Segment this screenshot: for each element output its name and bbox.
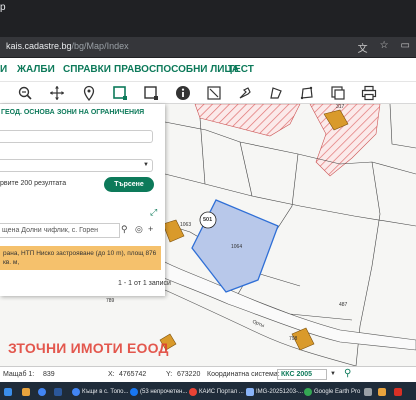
expand-icon[interactable]: ⤢ xyxy=(150,207,160,217)
url-text[interactable]: kais.cadastre.bg/bg/Map/Index xyxy=(6,41,129,51)
parcel-label: 789 xyxy=(106,298,115,304)
taskbar-window[interactable]: Google Earth Pro xyxy=(304,385,360,398)
taskbar-app-icon[interactable] xyxy=(22,385,30,398)
parcel-label: 798 xyxy=(289,336,298,342)
extensions-icon[interactable]: ▭ xyxy=(401,40,410,55)
watermark: ЗТОЧНИ ИМОТИ ЕООД xyxy=(8,340,169,356)
parcel-tag-501: 501 xyxy=(203,217,213,223)
layers-icon[interactable] xyxy=(330,85,346,101)
clear-selection-icon[interactable] xyxy=(206,85,222,101)
measure-icon[interactable] xyxy=(237,85,253,101)
result-limit-text: рвите 200 резултата xyxy=(0,180,67,187)
search-icon[interactable]: ⚲ xyxy=(344,368,351,379)
map-status-bar: Мащаб 1: 839 X: 4765742 Y: 673220 Коорди… xyxy=(0,366,416,382)
taskbar-app-icon[interactable] xyxy=(54,385,62,398)
taskbar-app-icon[interactable] xyxy=(378,385,386,398)
address-bar-icons: 文 ☆ ▭ xyxy=(358,40,410,55)
chevron-down-icon[interactable]: ▼ xyxy=(330,371,336,377)
info-icon[interactable] xyxy=(175,85,191,101)
select-area-icon[interactable] xyxy=(112,85,128,101)
search-field[interactable] xyxy=(0,130,153,143)
menu-item-reports[interactable]: СПРАВКИ xyxy=(63,64,111,75)
taskbar-window[interactable]: КАИС Портал ... xyxy=(189,385,244,398)
map-toolbar xyxy=(0,82,416,104)
scale-value: 839 xyxy=(43,371,55,378)
x-label: X: xyxy=(108,371,115,378)
search-select[interactable]: ▼ xyxy=(0,159,153,172)
y-value: 673220 xyxy=(177,371,201,378)
restriction-zone xyxy=(194,104,301,137)
taskbar-window[interactable]: (53 непрочетен... xyxy=(130,385,187,398)
main-menu: И ЖАЛБИ СПРАВКИ ПРАВОСПОСОБНИ ЛИЦА ТЕСТ xyxy=(0,58,416,82)
parcel-label: 1063 xyxy=(180,222,192,228)
result-row[interactable]: рана, НТП Ниско застрояване (до 10 m), п… xyxy=(0,246,161,270)
menu-item-partial[interactable]: И xyxy=(0,64,7,75)
rectangle-select-icon[interactable] xyxy=(143,85,159,101)
menu-item-test[interactable]: ТЕСТ xyxy=(228,64,254,75)
start-icon[interactable] xyxy=(4,385,12,398)
polygon-tool-icon[interactable] xyxy=(299,85,315,101)
scale-label: Мащаб 1: xyxy=(3,371,35,378)
search-button[interactable]: Търсене xyxy=(104,177,154,192)
browser-tabstrip: p xyxy=(0,0,416,36)
screen: p kais.cadastre.bg/bg/Map/Index 文 ☆ ▭ И … xyxy=(0,0,416,400)
taskbar-app-icon[interactable] xyxy=(394,385,402,398)
taskbar-app-icon[interactable] xyxy=(364,385,372,398)
os-taskbar: Къщи в с. Топо... (53 непрочетен... КАИС… xyxy=(0,382,416,400)
print-icon[interactable] xyxy=(361,85,377,101)
result-query-field[interactable]: щена Долни чифлик, с. Горен xyxy=(0,223,120,238)
taskbar-window[interactable]: IMG-20251203-... xyxy=(246,385,303,398)
pager-text: 1 - 1 от 1 записи xyxy=(118,280,171,287)
address-bar[interactable]: kais.cadastre.bg/bg/Map/Index 文 ☆ ▭ xyxy=(0,37,416,57)
location-pin-icon[interactable] xyxy=(81,85,97,102)
selected-parcel-label: 1064 xyxy=(231,244,243,250)
translate-icon[interactable]: 文 xyxy=(358,40,368,55)
tab-restriction-zones[interactable]: ЗОНИ НА ОГРАНИЧЕНИЯ xyxy=(57,109,144,116)
restriction-zone xyxy=(309,104,381,177)
road xyxy=(149,253,416,351)
search-icon[interactable]: ⚲ xyxy=(121,224,128,235)
taskbar-app-icon[interactable] xyxy=(38,385,46,398)
parcel-label: 487 xyxy=(339,302,348,308)
bookmark-star-icon[interactable]: ☆ xyxy=(380,40,389,55)
menu-item-complaints[interactable]: ЖАЛБИ xyxy=(17,64,55,75)
y-label: Y: xyxy=(166,371,173,378)
crs-label: Координатна система: xyxy=(207,371,280,378)
add-icon[interactable]: + xyxy=(148,224,153,234)
parcel-label: 317 xyxy=(336,104,345,110)
x-value: 4765742 xyxy=(119,371,147,378)
chevron-down-icon: ▼ xyxy=(143,162,149,168)
tab-geodetic-base[interactable]: ГЕОД. ОСНОВА xyxy=(1,109,55,116)
shape-icon[interactable] xyxy=(268,85,284,101)
pan-icon[interactable] xyxy=(49,85,65,101)
tab-title-fragment[interactable]: p xyxy=(0,2,6,13)
taskbar-window[interactable]: Къщи в с. Топо... xyxy=(72,385,129,398)
zoom-out-icon[interactable] xyxy=(17,85,33,101)
zoom-to-icon[interactable]: ◎ xyxy=(135,224,143,235)
menu-item-licensed-persons[interactable]: ПРАВОСПОСОБНИ ЛИЦА xyxy=(114,64,239,75)
crs-select[interactable]: ККС 2005 xyxy=(277,369,327,380)
